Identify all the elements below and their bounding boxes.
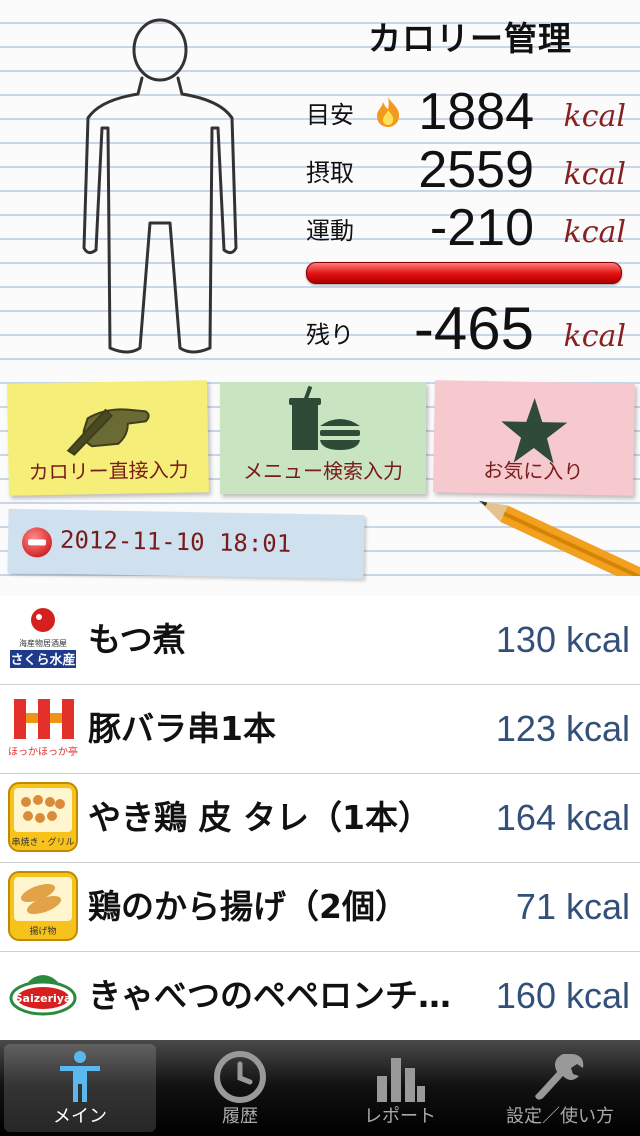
exercise-label: 運動	[306, 217, 354, 245]
item-name: 豚バラ串1本	[88, 709, 276, 748]
tab-settings[interactable]: 設定／使い方	[484, 1044, 636, 1132]
tab-history[interactable]: 履歴	[164, 1044, 316, 1132]
wrench-icon	[535, 1054, 584, 1100]
date-header[interactable]: 2012-11-10 18:01	[7, 508, 365, 580]
list-item[interactable]: 揚げ物 鶏のから揚げ（2個） 71 kcal	[0, 863, 640, 952]
logo-sub-text: 海産物居酒屋	[19, 638, 67, 648]
pencil-icon	[479, 500, 640, 576]
direct-input-button[interactable]: カロリー直接入力	[7, 380, 209, 496]
logo-text: 揚げ物	[29, 925, 56, 937]
target-row: 目安 1884 kcal	[306, 82, 626, 140]
fire-icon	[377, 97, 400, 127]
favorites-button[interactable]: お気に入り	[433, 380, 635, 496]
list-item[interactable]: 串焼き・グリル やき鶏 皮 タレ（1本） 164 kcal	[0, 774, 640, 863]
tab-bar: メイン 履歴 レポート 設定／使い方	[0, 1040, 640, 1136]
favorites-label: お気に入り	[483, 458, 584, 484]
hand-writing-icon	[66, 408, 150, 456]
person-icon	[60, 1051, 100, 1102]
menu-search-button[interactable]: メニュー検索入力	[220, 382, 426, 494]
direct-input-label: カロリー直接入力	[28, 457, 189, 485]
tab-main[interactable]: メイン	[4, 1044, 156, 1132]
delete-icon[interactable]	[21, 527, 53, 558]
remaining-unit: kcal	[563, 319, 626, 354]
logo-text: ほっかほっか亭	[8, 745, 78, 758]
intake-row: 摂取 2559 kcal	[306, 140, 626, 198]
item-kcal: 71 kcal	[515, 886, 630, 927]
exercise-unit: kcal	[563, 215, 626, 250]
body-figure	[82, 18, 238, 354]
saizeriya-logo: Saizeriya	[9, 975, 77, 1016]
target-label: 目安	[306, 101, 354, 129]
tab-settings-label: 設定／使い方	[506, 1106, 614, 1127]
logo-text: さくら水産	[10, 652, 75, 668]
menu-search-label: メニュー検索入力	[243, 459, 403, 483]
yakitori-logo: 串焼き・グリル	[8, 782, 78, 852]
target-unit: kcal	[563, 99, 626, 134]
remaining-label: 残り	[306, 321, 354, 349]
item-kcal: 130 kcal	[495, 619, 630, 660]
remaining-value: -465	[413, 295, 534, 362]
target-value: 1884	[418, 83, 534, 141]
logo-text: 串焼き・グリル	[11, 836, 74, 848]
page-title: カロリー管理	[368, 19, 572, 58]
item-name: きゃべつのペペロンチ…	[88, 976, 451, 1015]
logo-text: Saizeriya	[15, 992, 72, 1005]
intake-unit: kcal	[563, 157, 626, 192]
fast-food-icon	[289, 386, 360, 450]
list-item[interactable]: ほっかほっか亭 豚バラ串1本 123 kcal	[0, 685, 640, 774]
tab-report[interactable]: レポート	[324, 1044, 476, 1132]
item-name: もつ煮	[88, 620, 186, 659]
exercise-value: -210	[429, 199, 534, 257]
tab-history-label: 履歴	[222, 1106, 258, 1127]
item-name: やき鶏 皮 タレ（1本）	[88, 798, 431, 837]
tab-report-label: レポート	[364, 1106, 436, 1127]
list-item[interactable]: Saizeriya きゃべつのペペロンチ… 160 kcal	[0, 952, 640, 1041]
item-kcal: 160 kcal	[495, 975, 630, 1016]
item-kcal: 164 kcal	[495, 797, 630, 838]
intake-label: 摂取	[306, 159, 354, 187]
exercise-row: 運動 -210 kcal	[306, 198, 626, 256]
intake-value: 2559	[418, 141, 534, 199]
tab-main-label: メイン	[53, 1106, 107, 1127]
date-label: 2012-11-10 18:01	[59, 525, 292, 558]
sakura-suisan-logo: 海産物居酒屋 さくら水産	[10, 608, 76, 668]
item-name: 鶏のから揚げ（2個）	[88, 887, 408, 926]
meal-list: 海産物居酒屋 さくら水産 もつ煮 130 kcal ほっかほっか亭 豚バラ串1本…	[0, 596, 640, 1041]
list-item[interactable]: 海産物居酒屋 さくら水産 もつ煮 130 kcal	[0, 596, 640, 685]
clock-icon	[214, 1051, 266, 1103]
item-kcal: 123 kcal	[495, 708, 630, 749]
calorie-summary: カロリー管理 目安 1884 kcal 摂取 2559 kcal 運動 -210…	[0, 0, 640, 370]
fried-food-logo: 揚げ物	[8, 871, 78, 941]
remaining-row: 残り -465 kcal	[306, 298, 626, 360]
bar-chart-icon	[377, 1058, 425, 1102]
hokka-hokka-tei-logo: ほっかほっか亭	[8, 699, 78, 758]
calorie-bar	[306, 262, 622, 284]
